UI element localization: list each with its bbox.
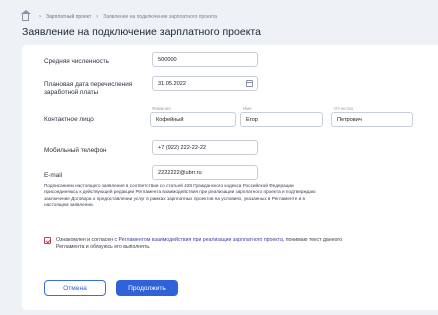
- agreement-checkbox[interactable]: [44, 237, 51, 244]
- email-value: 2222222@ubrr.ru: [158, 169, 202, 176]
- phone-label: Мобильный телефон: [44, 147, 107, 154]
- breadcrumb: › Зарплатный проект › Заявление на подкл…: [21, 9, 218, 22]
- patronymic-value: Петрович: [337, 116, 362, 123]
- phone-value: +7 (922) 222-22-22: [158, 144, 207, 151]
- email-label: E-mail: [44, 172, 63, 179]
- surname-value: Кофейный: [156, 116, 184, 123]
- headcount-label: Средняя численность: [44, 58, 109, 65]
- name-field[interactable]: Егор: [240, 112, 323, 127]
- chevron-right-icon: ›: [96, 14, 99, 20]
- name-value: Егор: [246, 116, 258, 123]
- page-title: Заявление на подключение зарплатного про…: [22, 26, 261, 38]
- home-icon[interactable]: [21, 9, 31, 21]
- transfer-date-label: Плановая дата перечисления заработной пл…: [44, 81, 133, 96]
- breadcrumb-item-current: Заявление на подключение зарплатного про…: [103, 14, 218, 20]
- contact-label: Контактное лицо: [44, 116, 94, 123]
- chevron-right-icon: ›: [39, 14, 41, 20]
- name-caption: Имя: [243, 106, 252, 111]
- email-field[interactable]: 2222222@ubrr.ru: [152, 165, 258, 180]
- legal-note: Подписанием настоящего заявления в соотв…: [44, 183, 316, 208]
- application-form: Средняя численность 500000 Плановая дата…: [22, 45, 438, 310]
- headcount-value: 500000: [158, 56, 177, 63]
- agreement-prefix: Ознакомлен и согласен с: [56, 237, 119, 243]
- headcount-field[interactable]: 500000: [152, 52, 258, 67]
- regulation-link[interactable]: Регламентом взаимодействия при реализаци…: [119, 237, 283, 243]
- calendar-icon[interactable]: [246, 80, 253, 87]
- phone-field[interactable]: +7 (922) 222-22-22: [152, 140, 258, 155]
- breadcrumb-item-salary-project[interactable]: Зарплатный проект: [46, 14, 91, 20]
- patronymic-caption: Отчество: [334, 106, 354, 111]
- transfer-date-field[interactable]: 31.05.2022: [152, 76, 258, 91]
- agreement-row: Ознакомлен и согласен с Регламентом взаи…: [44, 237, 364, 251]
- cancel-button[interactable]: Отмена: [44, 280, 106, 296]
- surname-field[interactable]: Кофейный: [150, 112, 236, 127]
- continue-button[interactable]: Продолжить: [116, 280, 178, 296]
- transfer-date-value: 31.05.2022: [158, 80, 186, 87]
- patronymic-field[interactable]: Петрович: [331, 112, 413, 127]
- agreement-text: Ознакомлен и согласен с Регламентом взаи…: [56, 237, 364, 251]
- surname-caption: Фамилия: [152, 106, 171, 111]
